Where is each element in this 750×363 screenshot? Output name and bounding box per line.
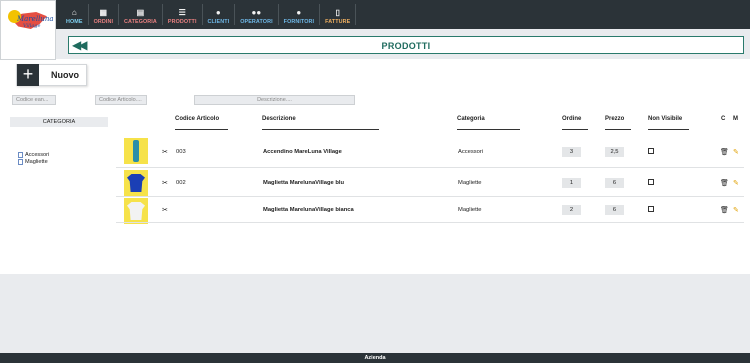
file-icon xyxy=(18,158,23,165)
page-header: ◀◀ PRODOTTI xyxy=(68,36,744,54)
col-header-hidden[interactable]: Non Visibile xyxy=(648,116,682,122)
nav-clienti[interactable]: ● CLIENTI xyxy=(203,4,236,25)
new-button-label: Nuovo xyxy=(51,70,79,80)
col-header-description[interactable]: Descrizione xyxy=(262,116,296,122)
scissors-icon[interactable]: ✂ xyxy=(162,179,168,187)
cell-description: Maglietta MarelunaVillage bianca xyxy=(263,207,354,213)
nav-label: FORNITORI xyxy=(283,19,315,25)
tree-item-accessori[interactable]: Accessori xyxy=(18,151,49,158)
cell-description: Maglietta MarelunaVillage blu xyxy=(263,180,345,186)
header-underline xyxy=(175,129,228,130)
header-underline xyxy=(648,129,689,130)
tree-item-magliette[interactable]: Magliette xyxy=(18,158,49,165)
file-icon: ▯ xyxy=(335,8,340,17)
pencil-icon[interactable]: ✎ xyxy=(733,206,739,214)
cell-description: Accendino MareLuna Village xyxy=(263,149,342,155)
user-icon: ● xyxy=(296,8,302,17)
header-underline xyxy=(262,129,379,130)
col-header-m: M xyxy=(733,116,738,122)
table-icon: ▤ xyxy=(136,8,145,17)
cell-category: Magliette xyxy=(458,207,482,213)
top-navbar: ⌂ HOME ▦ ORDINI ▤ CATEGORIA ☰ PRODOTTI ●… xyxy=(0,0,750,29)
list-icon: ☰ xyxy=(178,8,186,17)
plus-icon: + xyxy=(17,64,39,86)
header-underline xyxy=(562,129,588,130)
row-separator xyxy=(116,167,744,168)
footer: Azienda xyxy=(0,353,750,363)
order-input[interactable]: 3 xyxy=(562,147,581,157)
tree-label: Magliette xyxy=(25,158,48,165)
row-separator xyxy=(116,196,744,197)
main-nav: ⌂ HOME ▦ ORDINI ▤ CATEGORIA ☰ PRODOTTI ●… xyxy=(61,4,357,25)
nav-label: PRODOTTI xyxy=(167,19,197,25)
nav-home[interactable]: ⌂ HOME xyxy=(61,4,89,25)
category-tree: Accessori Magliette xyxy=(18,151,49,165)
nav-fornitori[interactable]: ● FORNITORI xyxy=(279,4,321,25)
nav-label: CATEGORIA xyxy=(124,19,157,25)
cell-code: 003 xyxy=(176,149,186,155)
header-underline xyxy=(605,129,631,130)
page-title: PRODOTTI xyxy=(381,41,431,51)
trash-icon[interactable]: 🗑 xyxy=(720,148,729,156)
nav-label: ORDINI xyxy=(93,19,114,25)
nav-operatori[interactable]: ●● OPERATORI xyxy=(235,4,279,25)
header-underline xyxy=(457,129,520,130)
filter-ean-input[interactable]: Codice ean... xyxy=(12,95,56,105)
nav-label: CLIENTI xyxy=(207,19,230,25)
nav-label: OPERATORI xyxy=(240,19,273,25)
filter-article-code-input[interactable]: Codice Articolo.... xyxy=(95,95,147,105)
hidden-checkbox[interactable] xyxy=(648,179,654,185)
col-header-c: C xyxy=(721,116,726,122)
new-product-button[interactable]: + Nuovo xyxy=(16,64,87,86)
empty-area xyxy=(0,274,750,353)
price-input[interactable]: 6 xyxy=(605,205,624,215)
logo[interactable]: Marelluna Village xyxy=(0,0,56,60)
col-header-price[interactable]: Prezzo xyxy=(605,116,624,122)
col-header-order[interactable]: Ordine xyxy=(562,116,581,122)
col-header-category[interactable]: Categoria xyxy=(457,116,485,122)
category-panel-title: CATEGORIA xyxy=(10,117,108,127)
nav-label: FATTURE xyxy=(325,19,351,25)
nav-ordini[interactable]: ▦ ORDINI xyxy=(89,4,120,25)
hidden-checkbox[interactable] xyxy=(648,148,654,154)
product-thumbnail[interactable] xyxy=(124,170,148,196)
trash-icon[interactable]: 🗑 xyxy=(720,206,729,214)
scissors-icon[interactable]: ✂ xyxy=(162,206,168,214)
col-header-code[interactable]: Codice Articolo xyxy=(175,116,219,122)
cell-code: 002 xyxy=(176,180,186,186)
nav-label: HOME xyxy=(66,19,83,25)
home-icon: ⌂ xyxy=(71,8,77,17)
file-icon xyxy=(18,151,23,158)
order-input[interactable]: 1 xyxy=(562,178,581,188)
user-icon: ● xyxy=(215,8,221,17)
users-icon: ●● xyxy=(251,8,262,17)
pencil-icon[interactable]: ✎ xyxy=(733,179,739,187)
order-input[interactable]: 2 xyxy=(562,205,581,215)
pencil-icon[interactable]: ✎ xyxy=(733,148,739,156)
hidden-checkbox[interactable] xyxy=(648,206,654,212)
cell-category: Magliette xyxy=(458,180,482,186)
price-input[interactable]: 2,5 xyxy=(605,147,624,157)
row-separator xyxy=(116,222,744,223)
trash-icon[interactable]: 🗑 xyxy=(720,179,729,187)
tree-label: Accessori xyxy=(25,151,50,158)
filter-description-input[interactable]: Descrizione.... xyxy=(194,95,355,105)
logo-word-sub: Village xyxy=(23,23,41,29)
logo-word: Marelluna xyxy=(17,15,54,23)
product-thumbnail[interactable] xyxy=(124,198,148,224)
scissors-icon[interactable]: ✂ xyxy=(162,148,168,156)
nav-fatture[interactable]: ▯ FATTURE xyxy=(320,4,357,25)
calendar-icon: ▦ xyxy=(99,8,108,17)
product-thumbnail[interactable] xyxy=(124,138,148,164)
nav-prodotti[interactable]: ☰ PRODOTTI xyxy=(163,4,203,25)
nav-categoria[interactable]: ▤ CATEGORIA xyxy=(119,4,163,25)
cell-category: Accessori xyxy=(458,149,484,155)
price-input[interactable]: 6 xyxy=(605,178,624,188)
